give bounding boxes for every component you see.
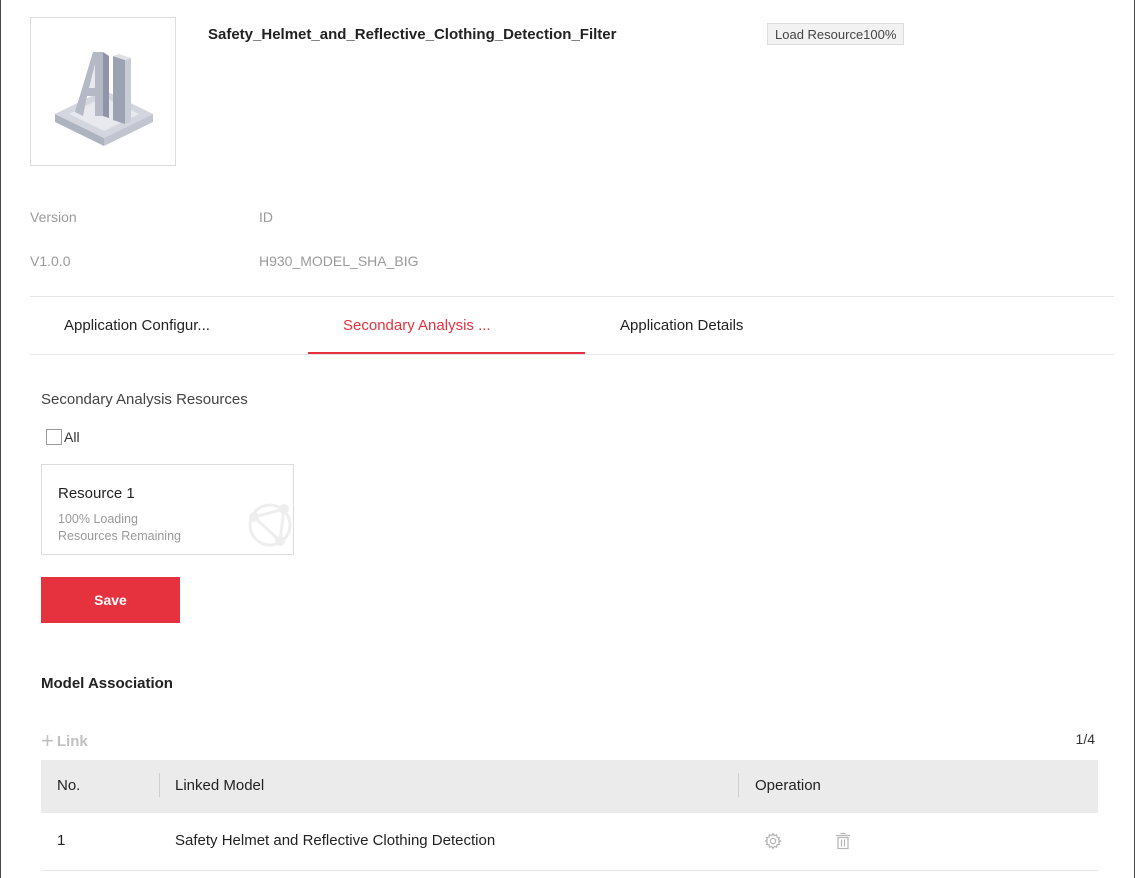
id-value: H930_MODEL_SHA_BIG xyxy=(259,253,419,269)
divider xyxy=(30,296,1114,297)
column-header-operation: Operation xyxy=(755,777,821,794)
linked-models-table: No. Linked Model Operation 1 Safety Helm… xyxy=(41,760,1098,871)
select-all-label[interactable]: All xyxy=(64,429,80,445)
active-tab-indicator xyxy=(308,352,585,354)
save-button[interactable]: Save xyxy=(41,577,180,623)
page-indicator: 1/4 xyxy=(1075,731,1095,747)
version-label: Version xyxy=(30,209,77,225)
tab-secondary-analysis[interactable]: Secondary Analysis ... xyxy=(343,317,491,334)
link-button-label: Link xyxy=(56,732,88,750)
column-divider xyxy=(159,773,160,797)
table-row[interactable]: 1 Safety Helmet and Reflective Clothing … xyxy=(41,813,1098,871)
trash-icon[interactable] xyxy=(833,831,853,851)
tab-application-configuration[interactable]: Application Configur... xyxy=(64,317,210,334)
network-icon xyxy=(248,503,292,547)
resource-name: Resource 1 xyxy=(58,485,135,502)
gear-icon[interactable] xyxy=(763,831,783,851)
secondary-analysis-resources-label: Secondary Analysis Resources xyxy=(41,391,248,408)
model-association-heading: Model Association xyxy=(41,675,173,692)
app-detail-panel: Safety_Helmet_and_Reflective_Clothing_De… xyxy=(0,0,1135,878)
select-all-row[interactable]: All xyxy=(46,427,80,447)
plus-icon: + xyxy=(41,728,54,753)
tab-application-details[interactable]: Application Details xyxy=(620,317,743,334)
row-number: 1 xyxy=(57,832,66,849)
link-button[interactable]: + Link xyxy=(41,730,88,752)
column-divider xyxy=(738,773,739,797)
column-header-linked-model: Linked Model xyxy=(175,777,265,794)
table-header: No. Linked Model Operation xyxy=(41,760,1098,813)
column-header-no: No. xyxy=(57,777,81,794)
app-title: Safety_Helmet_and_Reflective_Clothing_De… xyxy=(208,26,617,43)
id-label: ID xyxy=(259,209,273,225)
app-thumbnail xyxy=(30,17,176,166)
ai-logo-icon xyxy=(55,52,153,146)
resource-remaining: Resources Remaining xyxy=(58,529,181,543)
version-value: V1.0.0 xyxy=(30,253,71,269)
load-resource-badge: Load Resource100% xyxy=(767,23,905,45)
tabs-divider xyxy=(30,354,1114,355)
linked-model-name: Safety Helmet and Reflective Clothing De… xyxy=(175,832,496,849)
resource-card[interactable]: Resource 1 100% Loading Resources Remain… xyxy=(41,464,294,555)
resource-loading: 100% Loading xyxy=(58,512,138,526)
select-all-checkbox[interactable] xyxy=(46,429,62,445)
